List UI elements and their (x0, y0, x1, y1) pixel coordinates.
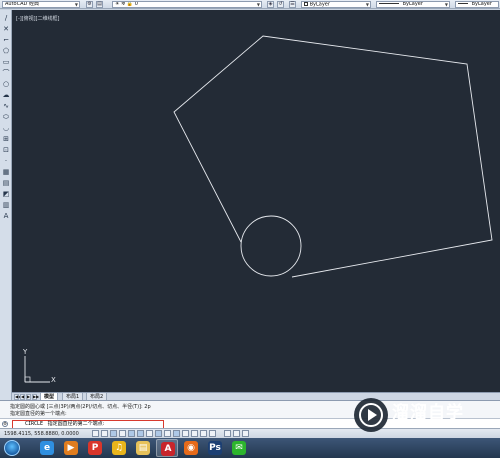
line-tool-icon[interactable]: / (1, 14, 11, 23)
multiline-text-tool-icon[interactable]: A (1, 212, 11, 221)
photoshop-icon: Ps (208, 441, 222, 455)
workspace-value: AutoCAD 经典 (5, 1, 39, 7)
chevron-down-icon: ▼ (74, 2, 78, 7)
ucs-icon: Y X (22, 348, 56, 384)
autocad-icon: A (161, 442, 175, 456)
chevron-down-icon: ▼ (365, 2, 369, 7)
revcloud-tool-icon[interactable]: ☁ (1, 91, 11, 100)
insert-block-tool-icon[interactable]: ⊞ (1, 135, 11, 144)
workspace-settings-icon[interactable]: ⚙ (86, 1, 93, 8)
ie-icon: e (40, 441, 54, 455)
drawn-polyline (173, 35, 493, 278)
layer-dropdown[interactable]: ☀ ✲ 🔒 0 ▼ (112, 1, 262, 8)
taskbar-wechat-button[interactable]: ✉ (228, 439, 250, 457)
lightbulb-icon: ☀ (115, 1, 120, 7)
point-tool-icon[interactable]: · (1, 157, 11, 166)
cursor-coordinates: 1598.4115, 558.8880, 0.0000 (4, 431, 79, 437)
layer-properties-icon[interactable]: ▤ (96, 1, 103, 8)
dynamic-input-toggle[interactable] (173, 430, 180, 437)
ucs-x-label: X (51, 376, 56, 384)
make-current-layer-icon[interactable]: ◈ (267, 1, 274, 8)
polyline-tool-icon[interactable]: ⌐ (1, 36, 11, 45)
linetype-dropdown[interactable]: ByLayer ▼ (376, 1, 450, 8)
watermark: 溜溜自学 ZIXUE.3D66.COM (352, 392, 482, 438)
quick-properties-toggle[interactable] (200, 430, 207, 437)
polar-tracking-toggle[interactable] (128, 430, 135, 437)
customize-icon[interactable]: ⚙ (2, 421, 8, 427)
drawn-circle (240, 215, 302, 277)
command-history-line: 指定圆直径的第一个端点: (10, 411, 67, 417)
layer-state-icon[interactable]: ☰ (289, 1, 296, 8)
rectangle-tool-icon[interactable]: ▭ (1, 58, 11, 67)
layer-previous-icon[interactable]: ↺ (277, 1, 284, 8)
arc-tool-icon[interactable]: ⌒ (1, 69, 11, 78)
taskbar-autocad-button[interactable]: A (156, 439, 178, 457)
lock-icon: 🔒 (126, 1, 134, 7)
lineweight-value: ByLayer (471, 1, 492, 7)
selection-cycling-toggle[interactable] (209, 430, 216, 437)
drawing-geometry: Y X (22, 35, 493, 384)
layer-value: 0 (134, 1, 138, 7)
lineweight-toggle[interactable] (182, 430, 189, 437)
play-logo-icon (354, 398, 388, 432)
drawing-area[interactable]: [-][俯视][二维线框] Y X (12, 10, 500, 392)
command-keyword: CIRCLE (25, 421, 44, 427)
start-button[interactable] (4, 440, 20, 456)
hatch-tool-icon[interactable]: ▦ (1, 168, 11, 177)
construction-line-tool-icon[interactable]: ✕ (1, 25, 11, 34)
ucs-y-label: Y (22, 348, 28, 356)
linetype-swatch (379, 3, 399, 4)
grid-display-toggle[interactable] (110, 430, 117, 437)
quick-view-drawings-button[interactable] (242, 430, 249, 437)
media-player-icon: ▶ (64, 441, 78, 455)
wps-icon: P (88, 441, 102, 455)
properties-toolbar: AutoCAD 经典 ▼ ⚙ ▤ ☀ ✲ 🔒 0 ▼ ◈ ↺ ☰ ByLayer… (0, 0, 500, 9)
ellipse-tool-icon[interactable]: ⬭ (1, 113, 11, 122)
3d-object-snap-toggle[interactable] (146, 430, 153, 437)
wechat-icon: ✉ (232, 441, 246, 455)
command-prompt: 指定圆直径的第二个端点: (47, 421, 105, 427)
firefox-icon: ◉ (184, 441, 198, 455)
ortho-mode-toggle[interactable] (119, 430, 126, 437)
chevron-down-icon: ▼ (444, 2, 448, 7)
lineweight-dropdown[interactable]: ByLayer (455, 1, 499, 8)
qq-music-icon: ♫ (112, 441, 126, 455)
ellipse-arc-tool-icon[interactable]: ◡ (1, 124, 11, 133)
chevron-down-icon: ▼ (256, 2, 260, 7)
taskbar-firefox-button[interactable]: ◉ (180, 439, 202, 457)
windows-taskbar: e ▶ P ♫ ▤ A ◉ Ps ✉ (0, 438, 500, 458)
color-swatch (304, 2, 308, 6)
object-snap-tracking-toggle[interactable] (155, 430, 162, 437)
taskbar-qq-music-button[interactable]: ♫ (108, 439, 130, 457)
file-explorer-icon: ▤ (136, 441, 150, 455)
taskbar-ie-button[interactable]: e (36, 439, 58, 457)
workspace-dropdown[interactable]: AutoCAD 经典 ▼ (2, 1, 80, 8)
lineweight-swatch (458, 3, 468, 4)
quick-view-layouts-button[interactable] (233, 430, 240, 437)
dynamic-ucs-toggle[interactable] (164, 430, 171, 437)
circle-tool-icon[interactable]: ○ (1, 80, 11, 89)
linetype-value: ByLayer (402, 1, 423, 7)
taskbar-photoshop-button[interactable]: Ps (204, 439, 226, 457)
color-dropdown[interactable]: ByLayer ▼ (301, 1, 371, 8)
gradient-tool-icon[interactable]: ▤ (1, 179, 11, 188)
color-value: ByLayer (309, 1, 330, 8)
snap-mode-toggle[interactable] (101, 430, 108, 437)
taskbar-wps-button[interactable]: P (84, 439, 106, 457)
infer-constraints-toggle[interactable] (92, 430, 99, 437)
transparency-toggle[interactable] (191, 430, 198, 437)
table-tool-icon[interactable]: ▥ (1, 201, 11, 210)
draw-toolbar: / ✕ ⌐ ⬠ ▭ ⌒ ○ ☁ ∿ ⬭ ◡ ⊞ ⊡ · ▦ ▤ ◩ ▥ A (0, 10, 12, 400)
command-history-line: 指定圆的圆心或 [三点(3P)/两点(2P)/切点、切点、半径(T)]: 2p (10, 404, 151, 410)
sun-icon: ✲ (121, 1, 126, 7)
taskbar-file-explorer-button[interactable]: ▤ (132, 439, 154, 457)
model-space-button[interactable] (224, 430, 231, 437)
polygon-tool-icon[interactable]: ⬠ (1, 47, 11, 56)
taskbar-media-player-button[interactable]: ▶ (60, 439, 82, 457)
region-tool-icon[interactable]: ◩ (1, 190, 11, 199)
make-block-tool-icon[interactable]: ⊡ (1, 146, 11, 155)
spline-tool-icon[interactable]: ∿ (1, 102, 11, 111)
object-snap-toggle[interactable] (137, 430, 144, 437)
watermark-url: ZIXUE.3D66.COM (393, 420, 454, 428)
